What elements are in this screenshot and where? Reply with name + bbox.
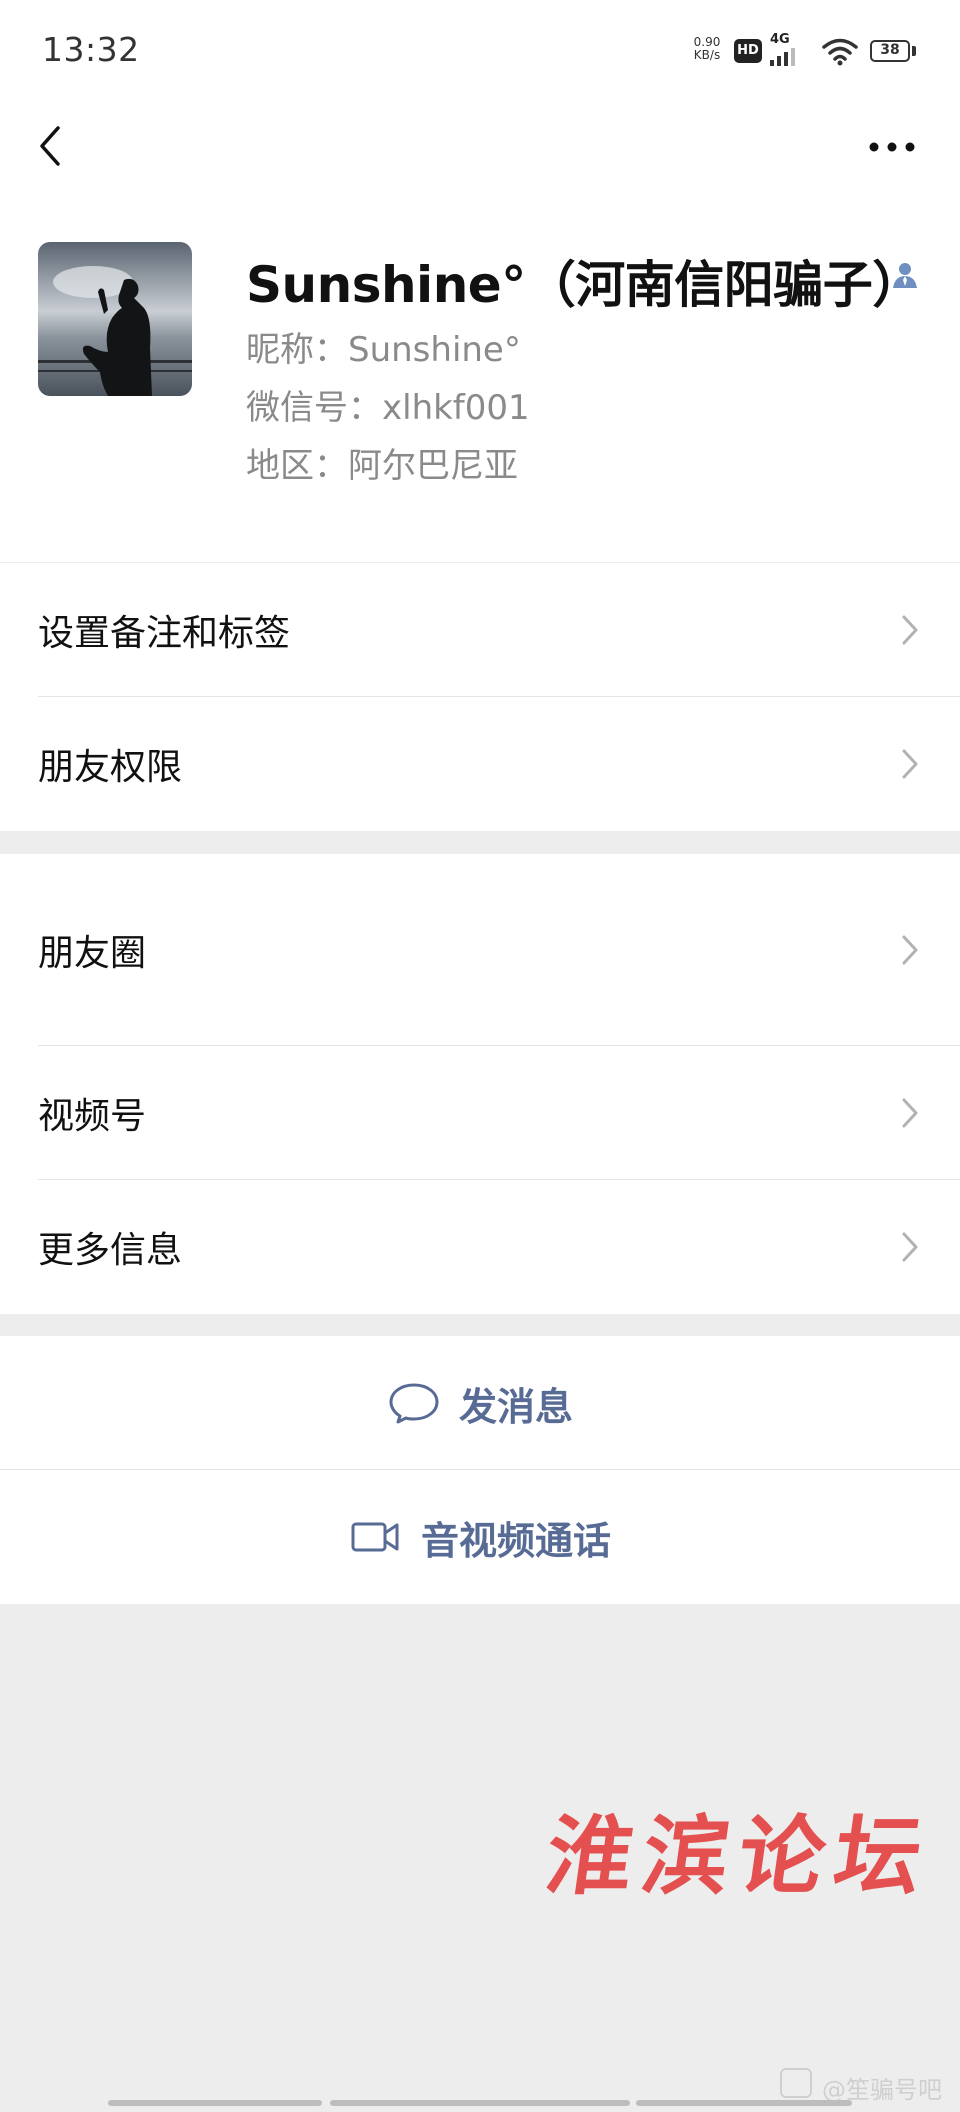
profile-wechat-id: 微信号：xlhkf001 (246, 388, 530, 428)
watermark-text: 淮滨论坛 (539, 1806, 938, 1907)
chevron-right-icon (902, 749, 918, 779)
send-message-label: 发消息 (458, 1384, 573, 1429)
menu-item-label: 更多信息 (38, 1230, 183, 1271)
menu-item-channels[interactable]: 视频号 (0, 1046, 960, 1180)
corner-watermark: @笙骗号吧 (780, 2066, 950, 2104)
settings-section: 设置备注和标签 朋友权限 (0, 563, 960, 831)
battery-icon: 38 (870, 40, 910, 62)
chevron-right-icon (902, 615, 918, 645)
menu-item-remark-tags[interactable]: 设置备注和标签 (0, 563, 960, 697)
avatar[interactable] (38, 242, 192, 396)
home-indicator-segment (636, 2100, 852, 2106)
video-call-label: 音视频通话 (420, 1518, 611, 1563)
menu-item-moments[interactable]: 朋友圈 (0, 854, 960, 1046)
chat-bubble-icon (389, 1383, 439, 1424)
hd-badge: HD (734, 39, 762, 63)
profile-region: 地区：阿尔巴尼亚 (246, 446, 518, 486)
info-section: 朋友圈 视频号 更多信息 (0, 854, 960, 1314)
status-time: 13:32 (42, 30, 140, 69)
status-bar: 13:32 0.90 KB/s HD 4G 38 (0, 0, 960, 100)
chevron-right-icon (902, 1098, 918, 1128)
wifi-icon (822, 38, 858, 66)
home-indicator-segment (108, 2100, 322, 2106)
status-icons: 0.90 KB/s HD 4G 38 (686, 32, 926, 72)
chevron-right-icon (902, 1232, 918, 1262)
menu-item-more-info[interactable]: 更多信息 (0, 1180, 960, 1314)
menu-item-label: 朋友圈 (38, 933, 147, 974)
back-icon[interactable] (26, 120, 76, 170)
profile-header: Sunshine°（河南信阳骗子） 昵称：Sunshine° 微信号：xlhkf… (0, 200, 960, 562)
contact-person-icon (893, 263, 917, 288)
network-type: 4G (770, 32, 790, 47)
network-speed: 0.90 KB/s (686, 36, 728, 62)
send-message-button[interactable]: 发消息 (0, 1336, 960, 1470)
watermark-logo-icon (780, 2068, 812, 2098)
profile-nickname: 昵称：Sunshine° (246, 330, 521, 370)
profile-name: Sunshine°（河南信阳骗子） (246, 256, 922, 314)
more-icon[interactable] (862, 122, 922, 172)
menu-item-label: 视频号 (38, 1096, 147, 1137)
network-speed-unit: KB/s (693, 48, 721, 62)
menu-item-friend-permissions[interactable]: 朋友权限 (0, 697, 960, 831)
signal-icon (770, 48, 795, 66)
menu-item-label: 设置备注和标签 (38, 613, 291, 654)
menu-item-label: 朋友权限 (38, 747, 183, 788)
battery-tip (912, 46, 916, 56)
chevron-right-icon (902, 935, 918, 965)
action-section: 发消息 音视频通话 (0, 1336, 960, 1604)
nav-bar (0, 100, 960, 200)
video-camera-icon (351, 1522, 399, 1552)
video-call-button[interactable]: 音视频通话 (0, 1470, 960, 1604)
battery-level: 38 (880, 42, 900, 58)
home-indicator-segment (330, 2100, 630, 2106)
